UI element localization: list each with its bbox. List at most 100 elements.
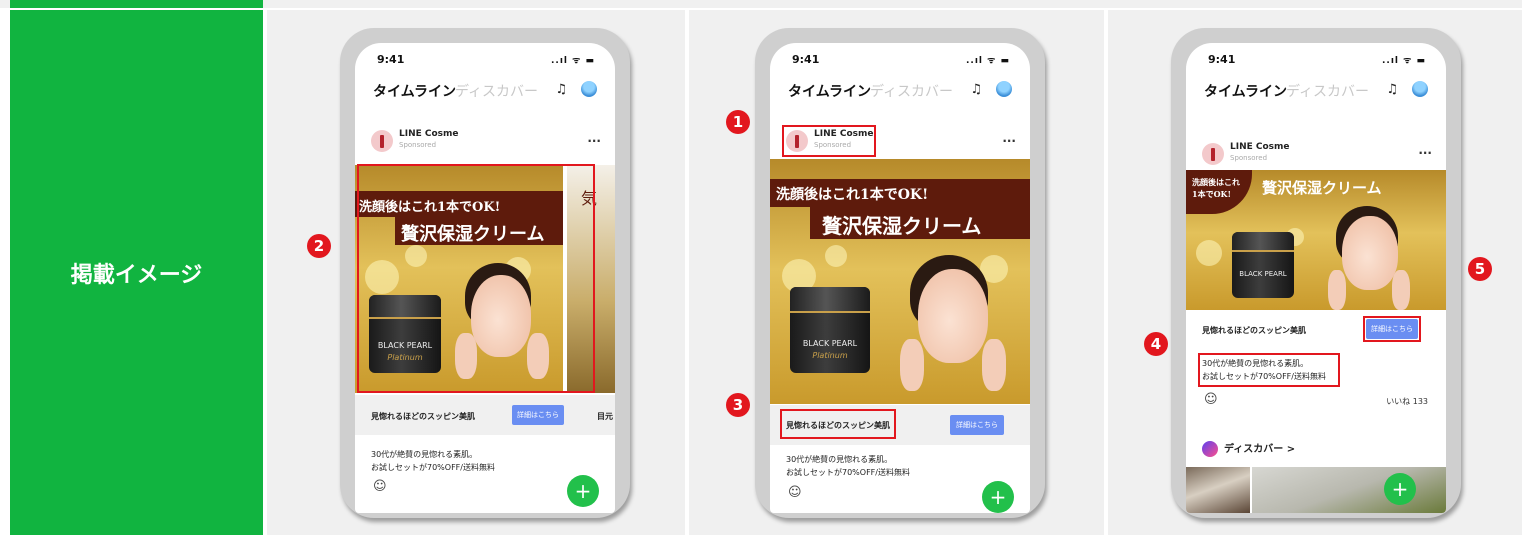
status-time: 9:41 [1208,53,1236,66]
phone-screen: 9:41 ..ıl ᯤ ▬ タイムライン ディスカバー ♫ LINE Cosme… [355,43,615,513]
tab-timeline[interactable]: タイムライン [788,81,871,101]
discover-tile-salad[interactable] [1252,467,1446,513]
panel-carousel: 9:41 ..ıl ᯤ ▬ タイムライン ディスカバー ♫ LINE Cosme… [267,10,685,535]
profile-avatar-icon[interactable] [1412,81,1428,97]
discover-tile-coffee[interactable] [1186,467,1250,513]
smiley-icon[interactable]: ☺ [373,479,387,494]
details-button[interactable]: 詳細はこちら [512,405,564,425]
bell-icon[interactable]: ♫ [970,82,982,97]
tab-discover[interactable]: ディスカバー [870,81,953,101]
marker-4: 4 [1144,332,1168,356]
status-bar: 9:41 ..ıl ᯤ ▬ [1186,43,1446,73]
add-post-button[interactable]: + [982,481,1014,513]
jar-brand: BLACK PEARL [802,339,858,348]
discover-section-header[interactable]: ディスカバー > [1202,440,1295,457]
ad-image[interactable]: 洗顔後はこれ1本でOK! 贅沢保湿クリーム BLACK PEARL Platin… [770,159,1030,404]
phone-mockup-compact: 9:41 ..ıl ᯤ ▬ タイムライン ディスカバー ♫ LINE Cosme… [1171,28,1461,518]
account-name: LINE Cosme [399,129,459,139]
ad-image-compact[interactable]: 洗顔後はこれ 1本でOK! 贅沢保湿クリーム BLACK PEARL [1186,170,1446,310]
signal-battery-icon: ..ıl ᯤ ▬ [1382,56,1426,66]
phone-mockup-carousel: 9:41 ..ıl ᯤ ▬ タイムライン ディスカバー ♫ LINE Cosme… [340,28,630,518]
bokeh-light [1196,240,1222,266]
lipstick-avatar-icon [371,130,393,152]
ad-body: 30代が絶賛の見惚れる素肌。 お試しセットが70%OFF/送料無料 [371,448,495,474]
likes-count: いいね 133 [1386,397,1428,406]
ad-line-1a: 洗顔後はこれ [1192,177,1240,187]
cta-row: 見惚れるほどのスッピン美肌 詳細はこちら 目元 [355,395,615,435]
ad-body: 30代が絶賛の見惚れる素肌。 お試しセットが70%OFF/送料無料 [786,453,910,479]
discover-label: ディスカバー > [1224,444,1296,455]
bokeh-light [825,245,847,267]
phone-screen: 9:41 ..ıl ᯤ ▬ タイムライン ディスカバー ♫ LINE Cosme… [1186,43,1446,513]
details-button[interactable]: 詳細はこちら [950,415,1004,435]
signal-battery-icon: ..ıl ᯤ ▬ [966,56,1010,66]
bell-icon[interactable]: ♫ [555,82,567,97]
body-line-1: 30代が絶賛の見惚れる素肌。 [371,450,478,459]
more-options-icon[interactable]: ... [1418,143,1432,157]
smiley-icon[interactable]: ☺ [788,485,802,500]
timeline-nav: タイムライン ディスカバー ♫ [1186,81,1446,107]
tab-timeline[interactable]: タイムライン [373,81,456,101]
highlight-box-3 [780,409,896,439]
ad-headline: 見惚れるほどのスッピン美肌 [1202,326,1306,335]
account-header[interactable]: LINE Cosme Sponsored [1202,141,1352,171]
account-name: LINE Cosme [1230,142,1290,152]
ad-line-1b: 1本でOK! [1192,189,1231,199]
highlight-box-5 [1363,316,1421,342]
marker-5: 5 [1468,257,1492,281]
signal-battery-icon: ..ıl ᯤ ▬ [551,56,595,66]
jar-script: Platinum [812,351,848,360]
ad-line-2: 贅沢保湿クリーム [822,214,982,238]
next-card-headline: 目元 [597,412,613,421]
ad-headline: 見惚れるほどのスッピン美肌 [371,412,475,421]
tab-timeline[interactable]: タイムライン [1204,81,1287,101]
cream-jar: BLACK PEARL Platinum [790,287,870,373]
lipstick-avatar-icon [1202,143,1224,165]
cream-jar: BLACK PEARL [1232,232,1294,298]
smiley-icon[interactable]: ☺ [1204,392,1218,407]
more-options-icon[interactable]: ... [1002,131,1016,145]
tab-discover[interactable]: ディスカバー [1286,81,1369,101]
profile-avatar-icon[interactable] [581,81,597,97]
highlight-box-4 [1198,353,1340,387]
status-time: 9:41 [792,53,820,66]
timeline-nav: タイムライン ディスカバー ♫ [770,81,1030,107]
marker-1: 1 [726,110,750,134]
body-line-2: お試しセットが70%OFF/送料無料 [371,463,495,472]
ad-headline-band-1: 洗顔後はこれ 1本でOK! [1186,170,1252,214]
sponsored-label: Sponsored [399,141,437,149]
profile-avatar-icon[interactable] [996,81,1012,97]
row-label-text: 掲載イメージ [70,262,203,288]
model-hand [982,339,1006,391]
model-hand [900,339,924,391]
account-header[interactable]: LINE Cosme Sponsored [371,128,521,158]
model-hand [1392,270,1410,310]
panel-single-image: 9:41 ..ıl ᯤ ▬ タイムライン ディスカバー ♫ LINE Cosme… [689,10,1104,535]
ad-line-2: 贅沢保湿クリーム [1262,179,1382,197]
phone-screen: 9:41 ..ıl ᯤ ▬ タイムライン ディスカバー ♫ LINE Cosme… [770,43,1030,513]
model-hand [1328,270,1346,310]
top-green-strip [10,0,263,8]
model-face [918,269,988,363]
row-label: 掲載イメージ [10,10,263,535]
bell-icon[interactable]: ♫ [1386,82,1398,97]
tab-discover[interactable]: ディスカバー [455,81,538,101]
panel-compact: 9:41 ..ıl ᯤ ▬ タイムライン ディスカバー ♫ LINE Cosme… [1108,10,1522,535]
discover-icon [1202,441,1218,457]
add-post-button[interactable]: + [1384,473,1416,505]
ad-line-1: 洗顔後はこれ1本でOK! [776,187,929,203]
model-face [1342,216,1398,290]
marker-3: 3 [726,393,750,417]
add-post-button[interactable]: + [567,475,599,507]
highlight-box-2 [357,164,595,393]
highlight-box-1 [782,125,876,157]
timeline-nav: タイムライン ディスカバー ♫ [355,81,615,107]
slide: 掲載イメージ 9:41 ..ıl ᯤ ▬ タイムライン ディスカバー ♫ LIN… [0,0,1522,535]
more-options-icon[interactable]: ... [587,131,601,145]
phone-mockup-single: 9:41 ..ıl ᯤ ▬ タイムライン ディスカバー ♫ LINE Cosme… [755,28,1045,518]
jar-brand: BLACK PEARL [1239,270,1287,278]
body-line-1: 30代が絶賛の見惚れる素肌。 [786,455,893,464]
body-line-2: お試しセットが70%OFF/送料無料 [786,468,910,477]
status-time: 9:41 [377,53,405,66]
ad-headline-band-2: 贅沢保湿クリーム [1256,174,1416,200]
